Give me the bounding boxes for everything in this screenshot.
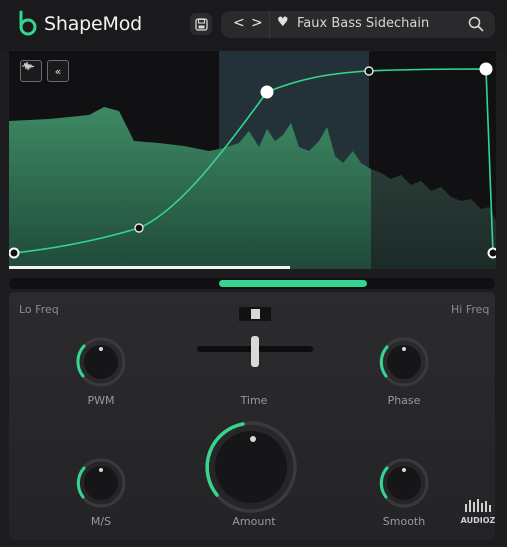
app-title: ShapeMod <box>44 13 142 35</box>
amount-knob[interactable] <box>203 419 299 515</box>
watermark-bars-icon <box>465 499 491 512</box>
favorite-heart-icon[interactable]: ♥ <box>277 15 289 30</box>
audioz-watermark: AUDIOZ <box>456 498 500 532</box>
phase-knob[interactable] <box>377 335 431 389</box>
collapse-left-icon[interactable]: « <box>47 60 69 82</box>
shape-editor[interactable]: « <box>9 51 496 269</box>
envelope-point[interactable] <box>364 66 374 76</box>
time-slider-thumb[interactable] <box>251 336 259 367</box>
envelope-point[interactable] <box>479 62 493 76</box>
ms-label: M/S <box>90 515 112 528</box>
time-label: Time <box>240 394 268 407</box>
lo-freq-label: Lo Freq <box>19 303 59 316</box>
next-preset-button[interactable]: > <box>251 15 263 31</box>
envelope-point[interactable] <box>260 85 274 99</box>
envelope-point[interactable] <box>9 247 20 259</box>
phase-label: Phase <box>387 394 421 407</box>
smooth-knob[interactable] <box>377 456 431 510</box>
playback-progress-bar <box>9 266 290 269</box>
hi-freq-label: Hi Freq <box>451 303 490 316</box>
envelope-point[interactable] <box>134 223 144 233</box>
header-bar: ShapeMod < > ♥ Faux Bass Sidechain <box>0 0 507 50</box>
watermark-text: AUDIOZ <box>460 516 496 525</box>
frequency-range-slider[interactable] <box>9 278 495 289</box>
shapemod-logo-icon <box>16 10 42 38</box>
save-icon <box>194 17 208 31</box>
envelope-point[interactable] <box>487 247 497 259</box>
waveform-icon[interactable] <box>20 60 42 82</box>
spectrum-fill-high <box>371 169 496 269</box>
search-icon[interactable] <box>467 15 485 33</box>
amount-label: Amount <box>232 515 276 528</box>
prev-preset-button[interactable]: < <box>233 15 245 31</box>
envelope-graph[interactable] <box>9 51 496 269</box>
save-preset-button[interactable] <box>190 13 212 35</box>
plugin-window: ShapeMod < > ♥ Faux Bass Sidechain « Lo … <box>0 0 507 547</box>
preset-name[interactable]: Faux Bass Sidechain <box>297 16 429 31</box>
pwm-knob[interactable] <box>74 335 128 389</box>
preset-browser: < > ♥ Faux Bass Sidechain <box>221 11 495 38</box>
smooth-label: Smooth <box>382 515 426 528</box>
preset-nav: < > <box>221 11 270 38</box>
time-sync-toggle[interactable] <box>239 307 271 321</box>
pwm-label: PWM <box>87 394 115 407</box>
frequency-range-fill[interactable] <box>219 280 367 287</box>
ms-knob[interactable] <box>74 456 128 510</box>
